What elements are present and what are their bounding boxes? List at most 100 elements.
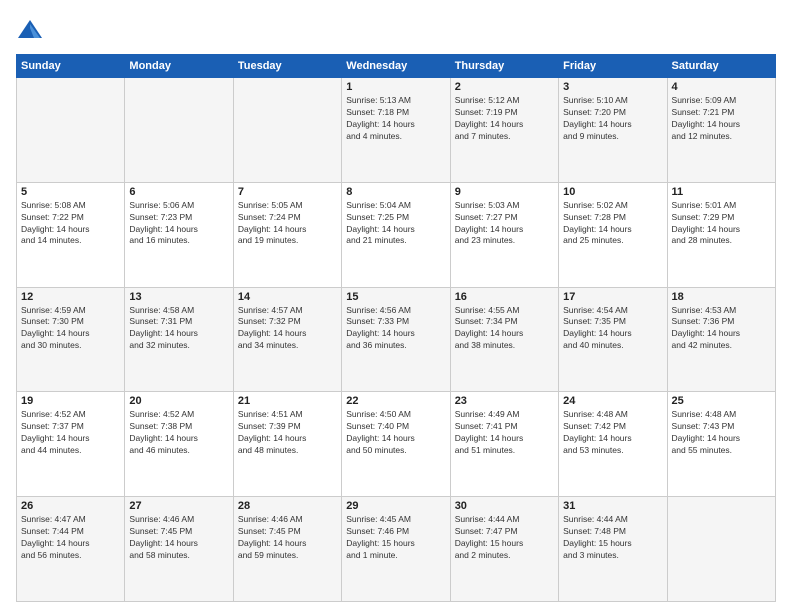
calendar-cell: 23 Sunrise: 4:49 AM Sunset: 7:41 PM Dayli… — [450, 392, 558, 497]
day-info: Sunrise: 5:10 AM Sunset: 7:20 PM Dayligh… — [563, 95, 662, 143]
day-number: 30 — [455, 500, 554, 512]
day-info: Sunrise: 4:52 AM Sunset: 7:37 PM Dayligh… — [21, 409, 120, 457]
day-number: 9 — [455, 186, 554, 198]
day-number: 4 — [672, 81, 771, 93]
weekday-header-thursday: Thursday — [450, 55, 558, 78]
header — [16, 16, 776, 44]
day-number: 10 — [563, 186, 662, 198]
calendar-cell — [667, 497, 775, 602]
day-info: Sunrise: 4:44 AM Sunset: 7:48 PM Dayligh… — [563, 514, 662, 562]
calendar-cell: 3 Sunrise: 5:10 AM Sunset: 7:20 PM Daylig… — [559, 78, 667, 183]
day-number: 23 — [455, 395, 554, 407]
weekday-header-saturday: Saturday — [667, 55, 775, 78]
calendar-cell: 28Sunrise: 4:46 AM Sunset: 7:45 PM Dayli… — [233, 497, 341, 602]
day-number: 2 — [455, 81, 554, 93]
day-number: 17 — [563, 291, 662, 303]
day-number: 18 — [672, 291, 771, 303]
calendar-cell: 18 Sunrise: 4:53 AM Sunset: 7:36 PM Dayli… — [667, 287, 775, 392]
weekday-header-wednesday: Wednesday — [342, 55, 450, 78]
calendar-cell: 1Sunrise: 5:13 AM Sunset: 7:18 PM Daylig… — [342, 78, 450, 183]
day-info: Sunrise: 5:02 AM Sunset: 7:28 PM Dayligh… — [563, 200, 662, 248]
day-number: 1 — [346, 81, 445, 93]
calendar-cell: 24Sunrise: 4:48 AM Sunset: 7:42 PM Dayli… — [559, 392, 667, 497]
calendar-cell: 16Sunrise: 4:55 AM Sunset: 7:34 PM Dayli… — [450, 287, 558, 392]
calendar-cell: 29 Sunrise: 4:45 AM Sunset: 7:46 PM Dayli… — [342, 497, 450, 602]
calendar-cell: 12 Sunrise: 4:59 AM Sunset: 7:30 PM Dayli… — [17, 287, 125, 392]
day-number: 25 — [672, 395, 771, 407]
weekday-header-friday: Friday — [559, 55, 667, 78]
calendar: SundayMondayTuesdayWednesdayThursdayFrid… — [16, 54, 776, 602]
day-info: Sunrise: 4:50 AM Sunset: 7:40 PM Dayligh… — [346, 409, 445, 457]
day-number: 5 — [21, 186, 120, 198]
day-number: 12 — [21, 291, 120, 303]
day-number: 31 — [563, 500, 662, 512]
week-row-5: 26 Sunrise: 4:47 AM Sunset: 7:44 PM Dayli… — [17, 497, 776, 602]
day-number: 29 — [346, 500, 445, 512]
day-number: 3 — [563, 81, 662, 93]
calendar-cell: 25 Sunrise: 4:48 AM Sunset: 7:43 PM Dayli… — [667, 392, 775, 497]
day-info: Sunrise: 5:04 AM Sunset: 7:25 PM Dayligh… — [346, 200, 445, 248]
weekday-header-row: SundayMondayTuesdayWednesdayThursdayFrid… — [17, 55, 776, 78]
day-number: 6 — [129, 186, 228, 198]
day-number: 7 — [238, 186, 337, 198]
calendar-cell: 15 Sunrise: 4:56 AM Sunset: 7:33 PM Dayli… — [342, 287, 450, 392]
calendar-cell — [17, 78, 125, 183]
calendar-cell: 13Sunrise: 4:58 AM Sunset: 7:31 PM Dayli… — [125, 287, 233, 392]
week-row-4: 19 Sunrise: 4:52 AM Sunset: 7:37 PM Dayli… — [17, 392, 776, 497]
calendar-cell — [125, 78, 233, 183]
calendar-cell: 5 Sunrise: 5:08 AM Sunset: 7:22 PM Daylig… — [17, 182, 125, 287]
day-info: Sunrise: 4:45 AM Sunset: 7:46 PM Dayligh… — [346, 514, 445, 562]
day-info: Sunrise: 5:12 AM Sunset: 7:19 PM Dayligh… — [455, 95, 554, 143]
day-info: Sunrise: 5:03 AM Sunset: 7:27 PM Dayligh… — [455, 200, 554, 248]
calendar-cell — [233, 78, 341, 183]
day-number: 28 — [238, 500, 337, 512]
calendar-cell: 31 Sunrise: 4:44 AM Sunset: 7:48 PM Dayli… — [559, 497, 667, 602]
calendar-cell: 9 Sunrise: 5:03 AM Sunset: 7:27 PM Daylig… — [450, 182, 558, 287]
calendar-cell: 17 Sunrise: 4:54 AM Sunset: 7:35 PM Dayli… — [559, 287, 667, 392]
calendar-table: SundayMondayTuesdayWednesdayThursdayFrid… — [16, 54, 776, 602]
day-info: Sunrise: 4:54 AM Sunset: 7:35 PM Dayligh… — [563, 305, 662, 353]
day-info: Sunrise: 5:06 AM Sunset: 7:23 PM Dayligh… — [129, 200, 228, 248]
week-row-2: 5 Sunrise: 5:08 AM Sunset: 7:22 PM Daylig… — [17, 182, 776, 287]
calendar-cell: 7 Sunrise: 5:05 AM Sunset: 7:24 PM Daylig… — [233, 182, 341, 287]
day-info: Sunrise: 4:51 AM Sunset: 7:39 PM Dayligh… — [238, 409, 337, 457]
calendar-cell: 10 Sunrise: 5:02 AM Sunset: 7:28 PM Dayli… — [559, 182, 667, 287]
weekday-header-sunday: Sunday — [17, 55, 125, 78]
day-info: Sunrise: 4:46 AM Sunset: 7:45 PM Dayligh… — [129, 514, 228, 562]
day-info: Sunrise: 5:08 AM Sunset: 7:22 PM Dayligh… — [21, 200, 120, 248]
calendar-cell: 22 Sunrise: 4:50 AM Sunset: 7:40 PM Dayli… — [342, 392, 450, 497]
day-info: Sunrise: 4:52 AM Sunset: 7:38 PM Dayligh… — [129, 409, 228, 457]
week-row-1: 1Sunrise: 5:13 AM Sunset: 7:18 PM Daylig… — [17, 78, 776, 183]
day-number: 26 — [21, 500, 120, 512]
calendar-cell: 20Sunrise: 4:52 AM Sunset: 7:38 PM Dayli… — [125, 392, 233, 497]
calendar-cell: 14 Sunrise: 4:57 AM Sunset: 7:32 PM Dayli… — [233, 287, 341, 392]
day-info: Sunrise: 4:57 AM Sunset: 7:32 PM Dayligh… — [238, 305, 337, 353]
day-info: Sunrise: 4:55 AM Sunset: 7:34 PM Dayligh… — [455, 305, 554, 353]
day-info: Sunrise: 5:05 AM Sunset: 7:24 PM Dayligh… — [238, 200, 337, 248]
day-number: 14 — [238, 291, 337, 303]
calendar-cell: 30Sunrise: 4:44 AM Sunset: 7:47 PM Dayli… — [450, 497, 558, 602]
day-info: Sunrise: 4:47 AM Sunset: 7:44 PM Dayligh… — [21, 514, 120, 562]
calendar-cell: 26 Sunrise: 4:47 AM Sunset: 7:44 PM Dayli… — [17, 497, 125, 602]
day-number: 8 — [346, 186, 445, 198]
calendar-cell: 11 Sunrise: 5:01 AM Sunset: 7:29 PM Dayli… — [667, 182, 775, 287]
logo — [16, 16, 48, 44]
day-info: Sunrise: 4:56 AM Sunset: 7:33 PM Dayligh… — [346, 305, 445, 353]
calendar-cell: 21Sunrise: 4:51 AM Sunset: 7:39 PM Dayli… — [233, 392, 341, 497]
calendar-cell: 27Sunrise: 4:46 AM Sunset: 7:45 PM Dayli… — [125, 497, 233, 602]
calendar-cell: 19 Sunrise: 4:52 AM Sunset: 7:37 PM Dayli… — [17, 392, 125, 497]
day-info: Sunrise: 5:01 AM Sunset: 7:29 PM Dayligh… — [672, 200, 771, 248]
day-info: Sunrise: 4:49 AM Sunset: 7:41 PM Dayligh… — [455, 409, 554, 457]
day-info: Sunrise: 4:48 AM Sunset: 7:43 PM Dayligh… — [672, 409, 771, 457]
day-number: 22 — [346, 395, 445, 407]
page: SundayMondayTuesdayWednesdayThursdayFrid… — [0, 0, 792, 612]
calendar-cell: 6 Sunrise: 5:06 AM Sunset: 7:23 PM Daylig… — [125, 182, 233, 287]
week-row-3: 12 Sunrise: 4:59 AM Sunset: 7:30 PM Dayli… — [17, 287, 776, 392]
day-info: Sunrise: 4:58 AM Sunset: 7:31 PM Dayligh… — [129, 305, 228, 353]
day-number: 11 — [672, 186, 771, 198]
day-number: 19 — [21, 395, 120, 407]
day-number: 15 — [346, 291, 445, 303]
day-info: Sunrise: 4:53 AM Sunset: 7:36 PM Dayligh… — [672, 305, 771, 353]
day-info: Sunrise: 4:59 AM Sunset: 7:30 PM Dayligh… — [21, 305, 120, 353]
calendar-cell: 8 Sunrise: 5:04 AM Sunset: 7:25 PM Daylig… — [342, 182, 450, 287]
